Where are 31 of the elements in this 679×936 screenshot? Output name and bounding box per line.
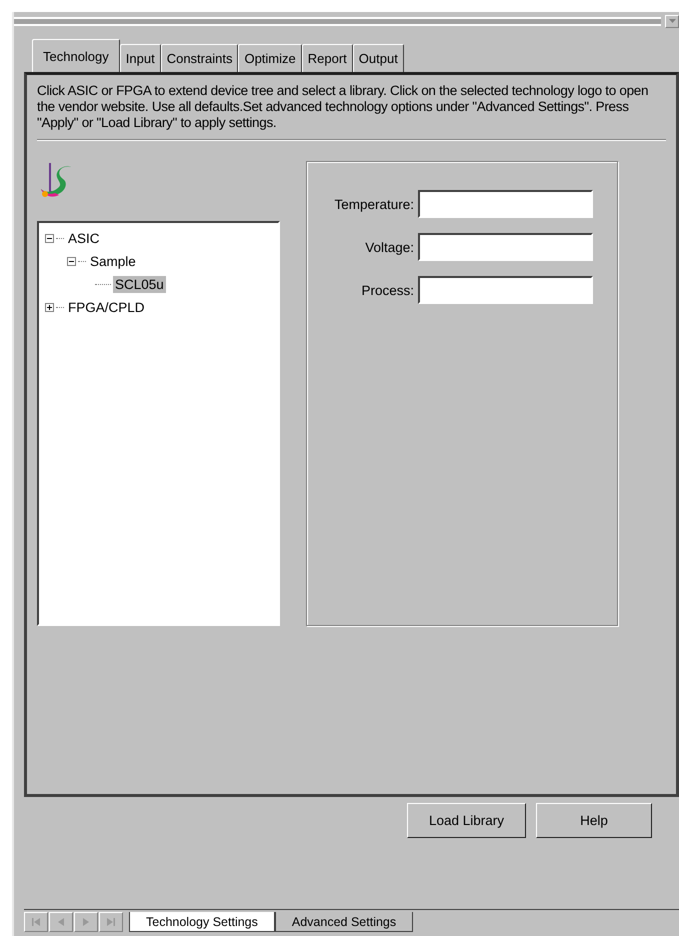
tree-item[interactable]: FPGA/CPLD [66,299,147,316]
description-text: Click ASIC or FPGA to extend device tree and select a library. Click on the selected technology logo to open the vendor website. Use all defaults.Set advanced technology options under "Advanced Settings". Press "Apply" or "Load Library" to apply settings. [37,83,650,131]
input-field[interactable] [418,233,593,261]
previous-icon[interactable] [49,912,73,932]
collapse-icon[interactable] [67,257,76,266]
sheet-tab[interactable]: Advanced Settings [274,912,414,932]
field-label: Temperature: [333,196,414,212]
input-field[interactable] [418,276,593,304]
input-field[interactable] [418,190,593,218]
last-icon[interactable] [99,912,123,932]
dialog-button[interactable]: Load Library [407,803,526,838]
tree-item[interactable]: Sample [88,253,138,270]
tab[interactable]: Constraints [160,44,238,72]
tree-item[interactable]: SCL05u [113,276,166,293]
dropdown-button[interactable] [665,14,679,28]
tree-item[interactable]: ASIC [66,230,102,247]
tab[interactable]: Report [302,44,353,72]
tab[interactable]: Optimize [238,44,302,72]
first-icon[interactable] [24,912,48,932]
sheet-tab[interactable]: Technology Settings [129,912,275,932]
field-label: Voltage: [364,240,414,254]
tab[interactable]: Input [120,44,161,72]
dialog-button[interactable]: Help [536,803,652,838]
caret-icon [668,19,676,23]
tab[interactable]: Technology [32,39,120,72]
tab[interactable]: Output [352,44,404,72]
field-label: Process: [360,282,414,298]
next-icon[interactable] [74,912,98,932]
grip-bar[interactable] [14,16,661,26]
collapse-icon[interactable] [45,234,54,243]
expand-icon[interactable] [45,303,54,312]
